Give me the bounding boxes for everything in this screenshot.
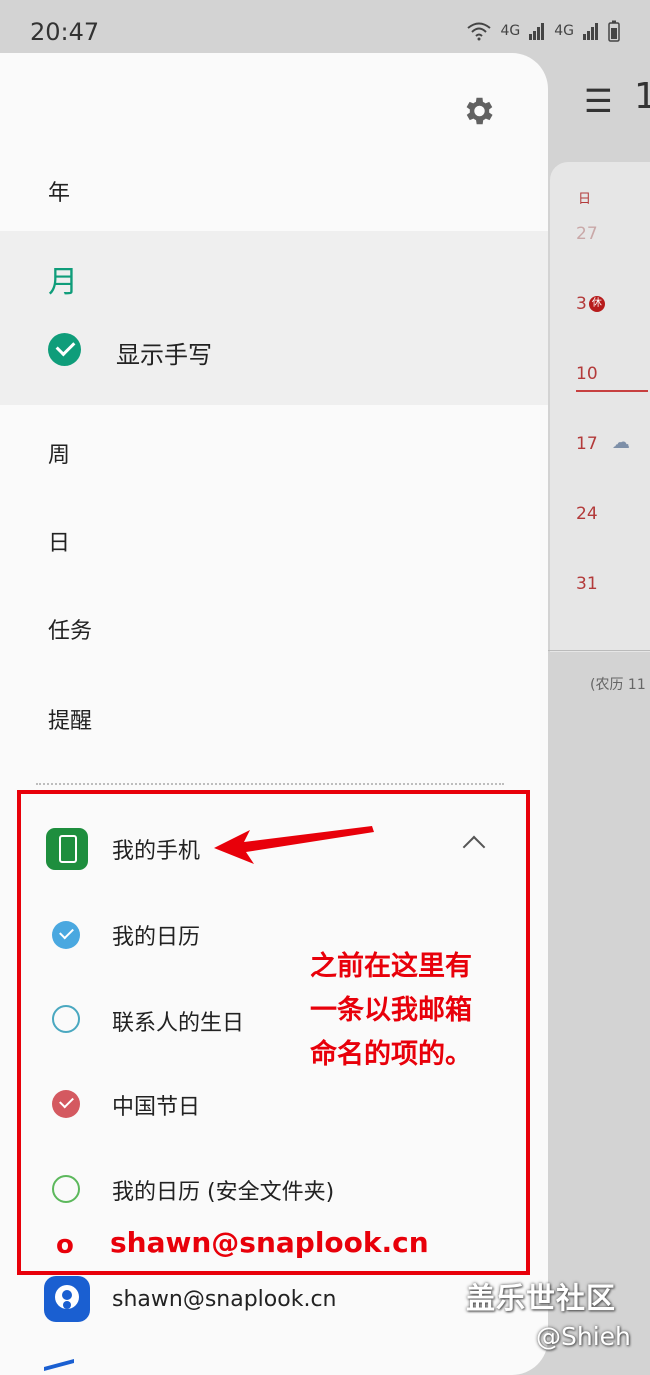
view-month[interactable]: 月 — [48, 257, 78, 301]
view-week[interactable]: 周 — [48, 437, 70, 469]
view-tasks[interactable]: 任务 — [48, 613, 92, 645]
account-person-icon — [44, 1276, 90, 1322]
battery-icon — [608, 20, 620, 42]
calendar-day: 27 — [576, 224, 598, 244]
divider — [548, 650, 650, 651]
calendar-day: 24 — [576, 504, 598, 524]
calendar-day: 31 — [576, 574, 598, 594]
annotation-arrow-icon — [214, 826, 374, 864]
watermark-author: @Shieh — [536, 1322, 631, 1351]
network-4g-2: 4G — [554, 23, 574, 39]
calendar-day: 3休 — [576, 294, 605, 314]
wifi-icon — [467, 22, 492, 41]
status-time: 20:47 — [30, 18, 100, 46]
annotation-email: shawn@snaplook.cn — [110, 1226, 429, 1259]
show-handwriting-label[interactable]: 显示手写 — [116, 335, 212, 370]
settings-gear-icon[interactable] — [460, 93, 496, 129]
view-year[interactable]: 年 — [48, 175, 70, 207]
background-calendar: ☰ 1 日 27 3休 10 17 ☁ 24 31 (农历 11 — [548, 62, 650, 1375]
holiday-badge: 休 — [588, 296, 605, 312]
show-handwriting-checkbox[interactable] — [48, 333, 81, 366]
calendar-day-number: 3 — [576, 294, 587, 314]
annotation-note: 之前在这里有一条以我邮箱命名的项的。 — [310, 951, 472, 1070]
signal-icon-1 — [529, 23, 545, 40]
weekday-header: 日 — [578, 192, 592, 207]
annotation-o-mark: o — [56, 1230, 74, 1260]
calendar-title: 1 — [634, 76, 650, 117]
partial-next-item-icon — [44, 1358, 74, 1375]
hamburger-menu-icon: ☰ — [584, 82, 613, 120]
status-icons: 4G 4G — [466, 20, 620, 42]
view-reminders[interactable]: 提醒 — [48, 703, 92, 735]
view-day[interactable]: 日 — [48, 525, 70, 557]
view-month-section[interactable]: 月 显示手写 — [0, 231, 548, 405]
network-4g-1: 4G — [500, 23, 521, 39]
signal-icon-2 — [583, 23, 598, 40]
calendar-day-today: 10 — [576, 364, 598, 384]
watermark-community: 盖乐世社区 — [466, 1281, 617, 1315]
section-divider — [36, 783, 504, 785]
lunar-date: (农历 11 — [590, 677, 646, 693]
snow-cloud-icon: ☁ — [612, 432, 630, 453]
today-indicator — [576, 390, 648, 392]
account-email-label[interactable]: shawn@snaplook.cn — [112, 1287, 336, 1312]
calendar-day: 17 — [576, 434, 598, 454]
calendar-card — [550, 162, 650, 652]
